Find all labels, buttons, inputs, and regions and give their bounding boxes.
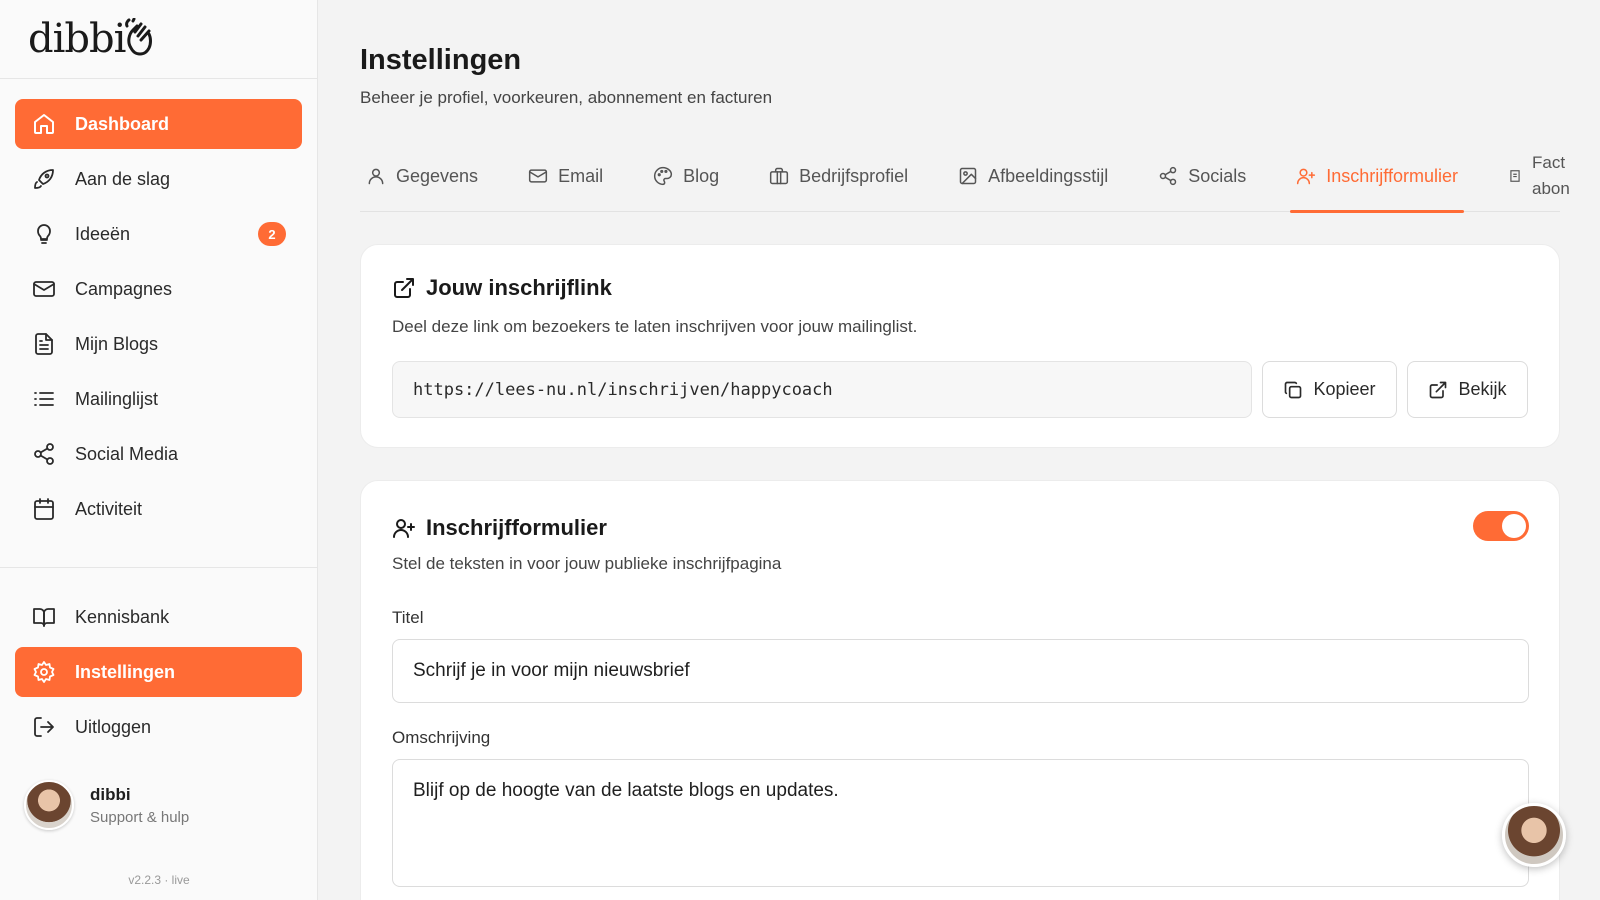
card-title-text: Inschrijfformulier	[426, 515, 607, 540]
support-chat-button[interactable]	[1502, 803, 1566, 867]
external-link-icon	[1428, 380, 1448, 400]
view-button[interactable]: Bekijk	[1407, 361, 1528, 418]
tab-afbeeldingsstijl[interactable]: Afbeeldingsstijl	[952, 140, 1114, 212]
external-link-icon	[392, 276, 416, 300]
list-icon	[31, 386, 57, 412]
settings-tabs: Gegevens Email Blog Bedrijfsprofiel Afbe…	[360, 140, 1570, 213]
tab-label: Socials	[1188, 165, 1247, 186]
tab-blog[interactable]: Blog	[647, 140, 725, 212]
sidebar-item-label: Activiteit	[75, 498, 143, 519]
signup-link-card: Jouw inschrijflink Deel deze link om bez…	[360, 244, 1560, 448]
sidebar-item-label: Mijn Blogs	[75, 333, 159, 354]
home-icon	[31, 111, 57, 137]
page-subtitle: Beheer je profiel, voorkeuren, abonnemen…	[360, 88, 773, 107]
user-name: dibbi	[90, 784, 131, 804]
card-title-text: Jouw inschrijflink	[426, 275, 612, 300]
palette-icon	[653, 166, 673, 186]
tab-inschrijfformulier[interactable]: Inschrijfformulier	[1290, 140, 1464, 213]
page-title: Instellingen	[360, 44, 522, 76]
sidebar-item-instellingen[interactable]: Instellingen	[15, 647, 302, 697]
sidebar-item-activiteit[interactable]: Activiteit	[15, 484, 302, 534]
card-title: Inschrijfformulier	[392, 515, 607, 541]
sidebar-divider	[0, 567, 317, 568]
sidebar-item-label: Social Media	[75, 443, 179, 464]
sidebar-item-mijn-blogs[interactable]: Mijn Blogs	[15, 319, 302, 369]
sidebar-item-aan-de-slag[interactable]: Aan de slag	[15, 154, 302, 204]
share-icon	[31, 441, 57, 467]
copy-button[interactable]: Kopieer	[1262, 361, 1397, 418]
user-plus-icon	[392, 516, 416, 540]
sidebar: dibbi Dashboard Aan de slag Ideeën 2 Cam…	[0, 0, 318, 900]
sidebar-item-ideeen[interactable]: Ideeën 2	[15, 209, 302, 259]
main-content: Instellingen Beheer je profiel, voorkeur…	[360, 0, 1600, 900]
logo[interactable]: dibbi	[28, 16, 317, 62]
sidebar-nav: Dashboard Aan de slag Ideeën 2 Campagnes	[0, 79, 317, 752]
sidebar-item-label: Uitloggen	[75, 716, 152, 737]
card-description: Deel deze link om bezoekers te laten ins…	[392, 317, 918, 336]
tab-label: Bedrijfsprofiel	[799, 165, 909, 186]
sidebar-item-label: Kennisbank	[75, 606, 170, 627]
title-field-label: Titel	[392, 608, 424, 627]
hand-wave-icon	[125, 18, 153, 56]
notification-badge: 2	[258, 222, 286, 246]
sidebar-item-campagnes[interactable]: Campagnes	[15, 264, 302, 314]
logo-text: dibbi	[28, 16, 126, 62]
tab-label: Blog	[683, 165, 720, 186]
tab-bedrijfsprofiel[interactable]: Bedrijfsprofiel	[763, 140, 914, 212]
tab-facturen-abonnement[interactable]: Fact abon	[1502, 140, 1598, 212]
document-icon	[31, 331, 57, 357]
gear-icon	[31, 659, 57, 685]
mail-icon	[31, 276, 57, 302]
calendar-icon	[31, 496, 57, 522]
tab-label: Fact abon	[1531, 153, 1570, 198]
view-button-label: Bekijk	[1458, 379, 1507, 399]
user-profile[interactable]: dibbi Support & hulp	[24, 780, 189, 830]
logout-icon	[31, 714, 57, 740]
logo-area: dibbi	[0, 0, 317, 79]
sidebar-item-label: Ideeën	[75, 223, 131, 244]
tab-label: Email	[558, 165, 604, 186]
version-label: v2.2.3 · live	[128, 873, 190, 887]
mail-icon	[528, 166, 548, 186]
tab-gegevens[interactable]: Gegevens	[360, 140, 484, 212]
sidebar-item-label: Instellingen	[75, 661, 176, 682]
receipt-icon	[1508, 169, 1522, 183]
user-plus-icon	[1296, 166, 1316, 186]
tab-email[interactable]: Email	[522, 140, 609, 212]
title-input[interactable]: Schrijf je in voor mijn nieuwsbrief	[392, 639, 1529, 703]
card-description: Stel de teksten in voor jouw publieke in…	[392, 554, 782, 573]
signup-url-field[interactable]: https://lees-nu.nl/inschrijven/happycoac…	[392, 361, 1252, 418]
tab-label: Inschrijfformulier	[1326, 165, 1458, 186]
sidebar-item-mailinglijst[interactable]: Mailinglijst	[15, 374, 302, 424]
user-subtitle: Support & hulp	[90, 808, 190, 826]
form-enabled-toggle[interactable]	[1473, 511, 1529, 541]
sidebar-item-label: Mailinglijst	[75, 388, 159, 409]
tab-label: Gegevens	[396, 165, 479, 186]
tab-socials[interactable]: Socials	[1152, 140, 1252, 212]
tab-label: Afbeeldingsstijl	[988, 165, 1109, 186]
signup-form-card: Inschrijfformulier Stel de teksten in vo…	[360, 480, 1560, 900]
lightbulb-icon	[31, 221, 57, 247]
copy-icon	[1283, 380, 1303, 400]
copy-button-label: Kopieer	[1313, 379, 1376, 399]
share-icon	[1158, 166, 1178, 186]
book-icon	[31, 604, 57, 630]
description-field-label: Omschrijving	[392, 728, 491, 747]
user-icon	[366, 166, 386, 186]
sidebar-item-social-media[interactable]: Social Media	[15, 429, 302, 479]
rocket-icon	[31, 166, 57, 192]
card-title: Jouw inschrijflink	[392, 275, 612, 301]
sidebar-item-kennisbank[interactable]: Kennisbank	[15, 592, 302, 642]
sidebar-item-label: Campagnes	[75, 278, 173, 299]
sidebar-item-dashboard[interactable]: Dashboard	[15, 99, 302, 149]
image-icon	[958, 166, 978, 186]
description-textarea[interactable]: Blijf op de hoogte van de laatste blogs …	[392, 759, 1529, 887]
sidebar-item-label: Aan de slag	[75, 168, 171, 189]
sidebar-item-uitloggen[interactable]: Uitloggen	[15, 702, 302, 752]
sidebar-item-label: Dashboard	[75, 113, 170, 134]
briefcase-icon	[769, 166, 789, 186]
avatar	[24, 780, 74, 830]
